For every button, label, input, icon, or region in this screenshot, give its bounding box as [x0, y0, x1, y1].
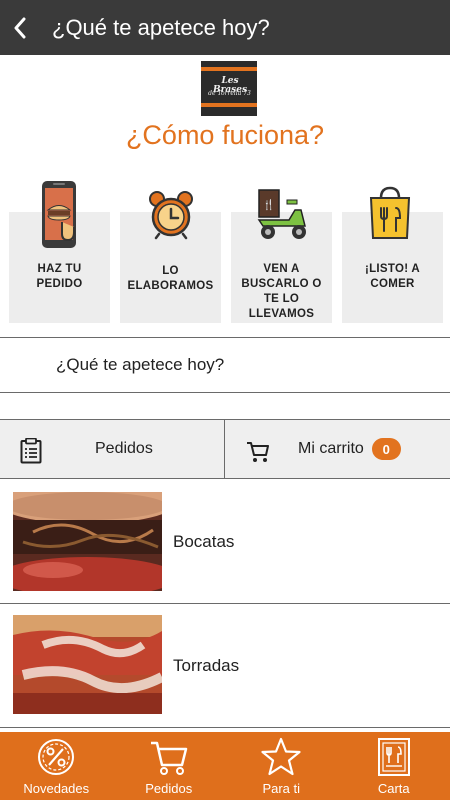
top-app-bar: ¿Qué te apetece hoy?: [0, 0, 450, 55]
category-item-torradas[interactable]: Torradas: [0, 604, 450, 728]
cart-icon: [150, 741, 187, 775]
star-icon: [261, 737, 301, 776]
nav-label: Novedades: [23, 781, 90, 796]
food-bag-icon: [369, 186, 411, 239]
nav-label: Carta: [377, 781, 410, 796]
alarm-clock-icon: [149, 191, 193, 240]
step-label: VEN A BUSCARLO O TE LO LLEVAMOS: [241, 263, 322, 320]
search-bar[interactable]: ¿Qué te apetece hoy?: [0, 337, 450, 393]
cart-icon: [247, 442, 269, 462]
category-label: Torradas: [173, 655, 240, 675]
step-label: LO ELABORAMOS: [127, 265, 214, 292]
step-label: HAZ TU PEDIDO: [36, 263, 83, 290]
phone-order-icon: [42, 181, 76, 248]
cart-button[interactable]: Mi carrito 0: [225, 420, 450, 478]
toast-photo: [13, 615, 162, 714]
nav-label: Pedidos: [145, 781, 193, 796]
bottom-navigation: Novedades Pedidos Para ti Carta: [0, 732, 450, 800]
nav-carta[interactable]: Carta: [338, 732, 450, 800]
cart-label: Mi carrito: [298, 440, 364, 457]
step-label: ¡LISTO! A COMER: [364, 263, 421, 290]
nav-para-ti[interactable]: Para ti: [225, 732, 338, 800]
orders-button[interactable]: Pedidos: [0, 420, 225, 478]
restaurant-logo: Les Brases de Torrella 73: [201, 61, 257, 116]
sandwich-photo: [13, 492, 162, 591]
menu-card-icon: [377, 738, 410, 776]
search-prompt: ¿Qué te apetece hoy?: [56, 355, 225, 374]
nav-novedades[interactable]: Novedades: [0, 732, 113, 800]
back-arrow-icon: [14, 17, 26, 38]
clipboard-icon: [20, 438, 42, 464]
how-it-works-title: ¿Cómo fuciona?: [125, 120, 325, 150]
svg-text:🍴: 🍴: [263, 198, 275, 211]
nav-label: Para ti: [262, 781, 301, 796]
cart-count-badge: 0: [371, 438, 401, 460]
order-actions: Pedidos Mi carrito 0: [0, 419, 450, 479]
delivery-scooter-icon: 🍴: [257, 189, 306, 239]
percent-badge-icon: [38, 739, 75, 775]
orders-label: Pedidos: [95, 440, 153, 457]
logo-subname: de Torrella 73: [208, 90, 251, 97]
nav-pedidos[interactable]: Pedidos: [113, 732, 226, 800]
page-title: ¿Qué te apetece hoy?: [52, 14, 270, 40]
back-button[interactable]: [2, 0, 38, 55]
category-item-bocatas[interactable]: Bocatas: [0, 480, 450, 604]
category-label: Bocatas: [173, 531, 235, 551]
